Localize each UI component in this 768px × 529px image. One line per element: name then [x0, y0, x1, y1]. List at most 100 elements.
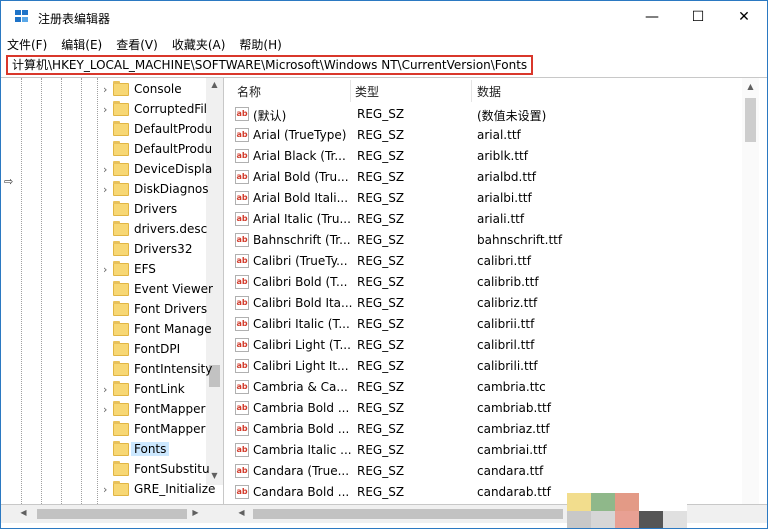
- value-row[interactable]: ab Calibri Bold (T... REG_SZ calibrib.ttf: [229, 272, 739, 293]
- value-type: REG_SZ: [357, 296, 405, 310]
- tree-item-label: FontMapper: [134, 402, 206, 416]
- value-row[interactable]: ab Calibri Light It... REG_SZ calibrili.ttf: [229, 356, 739, 377]
- value-row[interactable]: ab Arial (TrueType) REG_SZ arial.ttf: [229, 125, 739, 146]
- tree-item[interactable]: FontSubstitu: [1, 460, 210, 480]
- tree-hscroll-thumb[interactable]: [37, 509, 187, 519]
- value-row[interactable]: ab Calibri Bold Ita... REG_SZ calibriz.ttf: [229, 293, 739, 314]
- value-data: calibrili.ttf: [477, 359, 538, 373]
- value-name: Calibri Light It...: [253, 359, 349, 373]
- title-bar[interactable]: 注册表编辑器 — ☐ ✕: [1, 1, 767, 33]
- menu-help[interactable]: 帮助(H): [239, 36, 281, 53]
- scroll-right-icon[interactable]: ▶: [187, 508, 204, 517]
- color-swatch: [615, 511, 639, 528]
- tree-item[interactable]: › EFS: [1, 260, 206, 280]
- value-name: Candara Bold ...: [253, 485, 350, 499]
- color-swatch: [591, 511, 615, 528]
- tree-item[interactable]: DefaultProdu: [1, 120, 212, 140]
- value-name: Candara (True...: [253, 464, 350, 478]
- value-row[interactable]: ab Arial Italic (Tru... REG_SZ ariali.ttf: [229, 209, 739, 230]
- folder-icon: [113, 381, 129, 396]
- tree-item[interactable]: › CorruptedFil: [1, 100, 207, 120]
- values-hscroll-thumb[interactable]: [253, 509, 563, 519]
- tree-item-label: FontMapper: [134, 422, 206, 436]
- tree-item[interactable]: DefaultProdu: [1, 140, 212, 160]
- column-divider[interactable]: [350, 80, 351, 102]
- chevron-right-icon[interactable]: ›: [103, 164, 111, 176]
- tree-item[interactable]: › DiskDiagnos: [1, 180, 209, 200]
- menu-bar: 文件(F) 编辑(E) 查看(V) 收藏夹(A) 帮助(H): [1, 34, 767, 54]
- maximize-button[interactable]: ☐: [675, 1, 721, 33]
- value-row[interactable]: ab Cambria Bold ... REG_SZ cambriab.ttf: [229, 398, 739, 419]
- chevron-right-icon[interactable]: ›: [103, 384, 111, 396]
- chevron-right-icon[interactable]: ›: [103, 264, 111, 276]
- value-row[interactable]: ab Cambria Italic ... REG_SZ cambriai.ttf: [229, 440, 739, 461]
- menu-favorites[interactable]: 收藏夹(A): [172, 36, 226, 53]
- minimize-button[interactable]: —: [629, 1, 675, 33]
- tree-item[interactable]: Font Manage: [1, 320, 212, 340]
- column-type-header[interactable]: 类型: [355, 83, 379, 100]
- value-row[interactable]: ab Calibri Light (T... REG_SZ calibril.ttf: [229, 335, 739, 356]
- value-row[interactable]: ab Calibri Italic (T... REG_SZ calibrii.ttf: [229, 314, 739, 335]
- tree-item[interactable]: FontMapper: [1, 420, 206, 440]
- string-value-icon: ab: [235, 233, 249, 247]
- tree-item[interactable]: Event Viewer: [1, 280, 213, 300]
- tree-item[interactable]: › FontLink: [1, 380, 206, 400]
- tree-item[interactable]: Drivers: [1, 200, 206, 220]
- string-value-icon: ab: [235, 317, 249, 331]
- tree-item[interactable]: Font Drivers: [1, 300, 207, 320]
- value-data: calibril.ttf: [477, 338, 535, 352]
- value-row[interactable]: ab Cambria & Ca... REG_SZ cambria.ttc: [229, 377, 739, 398]
- value-name: Cambria & Ca...: [253, 380, 348, 394]
- column-name-header[interactable]: 名称: [237, 83, 261, 100]
- value-row[interactable]: ab Cambria Bold ... REG_SZ cambriaz.ttf: [229, 419, 739, 440]
- value-type: REG_SZ: [357, 275, 405, 289]
- folder-icon: [113, 241, 129, 256]
- menu-file[interactable]: 文件(F): [7, 36, 47, 53]
- tree-item[interactable]: FontDPI: [1, 340, 206, 360]
- value-row[interactable]: ab Bahnschrift (Tr... REG_SZ bahnschrift.tt…: [229, 230, 739, 251]
- chevron-right-icon[interactable]: ›: [103, 484, 111, 496]
- chevron-right-icon[interactable]: ›: [103, 404, 111, 416]
- values-scroll-thumb[interactable]: [745, 98, 756, 142]
- tree-item[interactable]: drivers.desc: [1, 220, 207, 240]
- tree-item-label: DefaultProdu: [134, 142, 213, 156]
- folder-icon: [113, 201, 129, 216]
- tree-item-label: DiskDiagnos: [134, 182, 209, 196]
- scroll-up-icon[interactable]: ▲: [742, 82, 759, 91]
- value-row[interactable]: ab (默认) REG_SZ (数值未设置): [229, 104, 739, 125]
- value-name: (默认): [253, 109, 287, 123]
- scroll-left-icon[interactable]: ◀: [233, 508, 250, 517]
- close-button[interactable]: ✕: [721, 1, 767, 33]
- column-data-header[interactable]: 数据: [477, 83, 501, 100]
- chevron-right-icon[interactable]: ›: [103, 104, 111, 116]
- tree-item[interactable]: › GRE_Initialize: [1, 480, 215, 500]
- scroll-left-icon[interactable]: ◀: [15, 508, 32, 517]
- tree-item[interactable]: Fonts: [1, 440, 206, 460]
- tree-item-label: GRE_Initialize: [134, 482, 216, 496]
- address-bar[interactable]: 计算机\HKEY_LOCAL_MACHINE\SOFTWARE\Microsof…: [6, 55, 533, 75]
- menu-view[interactable]: 查看(V): [116, 36, 158, 53]
- tree-item-label: Drivers32: [134, 242, 193, 256]
- tree-item[interactable]: › FontMapper: [1, 400, 206, 420]
- tree-item[interactable]: FontIntensity: [1, 360, 212, 380]
- tree-item[interactable]: › DeviceDispla: [1, 160, 212, 180]
- tree-item[interactable]: Drivers32: [1, 240, 206, 260]
- value-type: REG_SZ: [357, 191, 405, 205]
- value-data: calibri.ttf: [477, 254, 531, 268]
- value-row[interactable]: ab Arial Black (Tr... REG_SZ ariblk.ttf: [229, 146, 739, 167]
- chevron-right-icon[interactable]: ›: [103, 84, 111, 96]
- chevron-right-icon[interactable]: ›: [103, 184, 111, 196]
- close-icon: ✕: [738, 9, 750, 25]
- folder-icon: [113, 401, 129, 416]
- menu-edit[interactable]: 编辑(E): [61, 36, 102, 53]
- column-divider[interactable]: [471, 80, 472, 102]
- color-swatch: [663, 493, 687, 511]
- tree-item[interactable]: › Console: [1, 80, 206, 100]
- value-row[interactable]: ab Arial Bold Itali... REG_SZ arialbi.ttf: [229, 188, 739, 209]
- values-vertical-scrollbar[interactable]: ▲: [742, 78, 759, 504]
- tree-item-label: Drivers: [134, 202, 178, 216]
- value-row[interactable]: ab Candara (True... REG_SZ candara.ttf: [229, 461, 739, 482]
- value-row[interactable]: ab Arial Bold (Tru... REG_SZ arialbd.ttf: [229, 167, 739, 188]
- value-row[interactable]: ab Calibri (TrueTy... REG_SZ calibri.ttf: [229, 251, 739, 272]
- scroll-up-icon[interactable]: ▲: [206, 80, 223, 89]
